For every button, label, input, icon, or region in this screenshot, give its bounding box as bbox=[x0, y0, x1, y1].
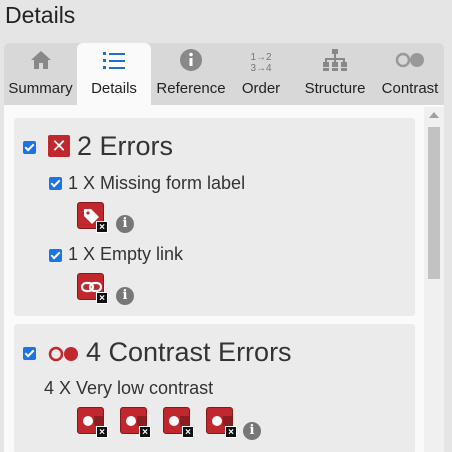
badge-close-icon: × bbox=[96, 221, 108, 233]
low-contrast-icon[interactable]: × bbox=[120, 407, 151, 438]
page-title: Details bbox=[5, 2, 76, 28]
home-icon bbox=[29, 43, 53, 76]
contrast-card: 4 Contrast Errors 4 X Very low contrast … bbox=[14, 324, 415, 452]
tab-contrast[interactable]: Contrast bbox=[376, 43, 444, 105]
order-glyph-top: 1→2 bbox=[250, 51, 272, 63]
contrast-checkbox[interactable] bbox=[23, 347, 36, 360]
empty-link-icon[interactable]: × bbox=[77, 273, 108, 304]
low-contrast-icon[interactable]: × bbox=[163, 407, 194, 438]
errors-card: ✕ 2 Errors 1 X Missing form label × i 1 … bbox=[14, 118, 415, 316]
tab-label: Reference bbox=[156, 80, 226, 97]
error-x-icon: ✕ bbox=[48, 135, 70, 157]
tab-label: Structure bbox=[304, 80, 366, 97]
scrollbar[interactable] bbox=[424, 107, 444, 452]
empty-link-checkbox[interactable] bbox=[49, 249, 62, 262]
contrast-heading: 4 Contrast Errors bbox=[86, 337, 292, 367]
low-contrast-info-icon[interactable]: i bbox=[243, 422, 261, 440]
tab-reference[interactable]: Reference bbox=[151, 43, 231, 105]
badge-close-icon: × bbox=[96, 292, 108, 304]
missing-label-checkbox[interactable] bbox=[49, 177, 62, 190]
low-contrast-icon[interactable]: × bbox=[206, 407, 237, 438]
list-icon bbox=[102, 43, 126, 76]
tab-summary[interactable]: Summary bbox=[4, 43, 77, 105]
low-contrast-text: 4 X Very low contrast bbox=[44, 378, 214, 398]
low-contrast-icon[interactable]: × bbox=[77, 407, 108, 438]
missing-label-icon[interactable]: × bbox=[77, 202, 108, 233]
hierarchy-icon bbox=[322, 43, 348, 76]
scroll-thumb[interactable] bbox=[428, 127, 440, 279]
tab-label: Summary bbox=[8, 80, 73, 97]
tab-label: Details bbox=[91, 80, 137, 97]
tab-label: Contrast bbox=[381, 80, 439, 97]
contrast-icon bbox=[394, 43, 426, 76]
tab-structure[interactable]: Structure bbox=[299, 43, 371, 105]
tab-order[interactable]: 1→2 3→4 Order bbox=[231, 43, 291, 105]
errors-checkbox[interactable] bbox=[23, 141, 36, 154]
order-icon: 1→2 3→4 bbox=[250, 43, 271, 76]
badge-close-icon: × bbox=[225, 426, 237, 438]
tab-bar: Summary Details Reference 1→2 3→4 Order bbox=[4, 43, 444, 105]
tab-label: Order bbox=[241, 80, 281, 97]
scroll-up-arrow-icon[interactable] bbox=[429, 112, 439, 118]
badge-close-icon: × bbox=[182, 426, 194, 438]
badge-close-icon: × bbox=[139, 426, 151, 438]
empty-link-info-icon[interactable]: i bbox=[116, 287, 134, 305]
info-icon bbox=[179, 43, 203, 76]
missing-label-text: 1 X Missing form label bbox=[68, 173, 246, 193]
empty-link-text: 1 X Empty link bbox=[68, 244, 184, 264]
errors-heading: 2 Errors bbox=[77, 131, 174, 161]
order-glyph-bottom: 3→4 bbox=[250, 62, 272, 74]
badge-close-icon: × bbox=[96, 426, 108, 438]
missing-label-info-icon[interactable]: i bbox=[116, 215, 134, 233]
tab-details[interactable]: Details bbox=[77, 43, 151, 105]
contrast-error-icon bbox=[48, 346, 78, 362]
